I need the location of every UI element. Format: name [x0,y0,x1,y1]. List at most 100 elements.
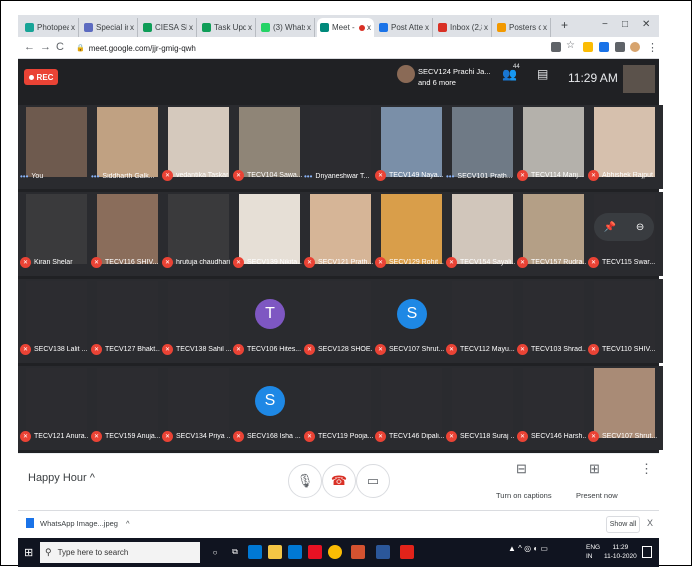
back-icon[interactable]: ← [24,41,35,53]
reload-icon[interactable]: C [56,41,64,53]
minimize-icon[interactable]: − [602,19,608,30]
app-icon[interactable] [308,545,322,559]
participant-tile[interactable]: ✕ SECV146 Harsh... [515,366,592,450]
participant-tile[interactable]: ✕ hrutuja chaudhari [160,192,237,276]
participant-tile[interactable]: ••• You [18,105,95,189]
leave-call-button[interactable]: ☎ [322,464,356,498]
participant-tile[interactable]: ✕ TECV116 SHIV... [89,192,166,276]
participant-tile[interactable]: S ✕ SECV168 Isha ... [231,366,308,450]
chevron-up-icon[interactable]: ^ [126,519,130,528]
chrome-icon[interactable] [328,545,342,559]
captions-icon[interactable]: ⊟ [516,461,527,477]
present-label[interactable]: Present now [576,491,618,500]
menu-kebab-icon[interactable]: ⋮ [647,41,658,54]
tab-close-icon[interactable]: x [248,23,252,32]
participant-tile[interactable]: ✕ SECV107 Shrut... [586,366,663,450]
participant-tile[interactable]: ✕ SECV118 Suraj ... [444,366,521,450]
new-tab-button[interactable]: + [561,18,568,32]
participant-tile[interactable]: ✕ vedantika Taskar [160,105,237,189]
browser-tab[interactable]: Inbox (2,815x [435,18,492,37]
acrobat-icon[interactable] [400,545,414,559]
participant-tile[interactable]: ✕ TECV119 Pooja... [302,366,379,450]
download-item[interactable]: WhatsApp Image...jpeg ^ [26,518,130,528]
extension-icon[interactable] [599,42,609,52]
tab-close-icon[interactable]: x [425,23,429,32]
browser-tab[interactable]: CIESA SPECx [140,18,197,37]
browser-tab[interactable]: Task Updatex [199,18,256,37]
extensions-puzzle-icon[interactable] [615,42,625,52]
participant-tile[interactable]: ✕ TECV110 SHIV... [586,279,663,363]
browser-tab[interactable]: Special interestx [81,18,138,37]
taskbar-clock[interactable]: 11:29 11-10-2020 [604,543,637,561]
show-all-button[interactable]: Show all [606,516,640,533]
participant-tile[interactable]: ✕ TECV121 Anura... [18,366,95,450]
participant-tile[interactable]: ✕ SECV128 SHOE... [302,279,379,363]
meeting-details-button[interactable]: Happy Hour ^ [28,472,95,484]
url-field[interactable]: 🔒 meet.google.com/jjr-gmig-qwh [76,40,531,56]
participant-tile[interactable]: T ✕ TECV106 Hites... [231,279,308,363]
camera-indicator-icon[interactable] [551,42,561,52]
pin-icon[interactable]: 📌 [604,222,616,233]
cortana-icon[interactable]: ○ [208,545,222,559]
participant-tile[interactable]: ✕ Abhishek Rajput [586,105,663,189]
forward-icon[interactable]: → [40,41,51,53]
participant-tile[interactable]: ✕ TECV157 Rudra... [515,192,592,276]
participant-tile[interactable]: ✕ TECV138 Sahil ... [160,279,237,363]
maximize-icon[interactable]: □ [622,19,628,30]
participant-tile[interactable]: ✕ SECV129 Rohit ... [373,192,450,276]
close-shelf-button[interactable]: X [647,518,653,528]
taskbar-search[interactable]: ⚲ Type here to search [40,542,200,563]
participant-tile[interactable]: ✕ SECV139 Nikita... [231,192,308,276]
participant-tile[interactable]: ••• Siddharth Galk... [89,105,166,189]
participant-tile[interactable]: ✕ SECV138 Lalit ... [18,279,95,363]
participant-tile[interactable]: ••• Dnyaneshwar T... [302,105,379,189]
windows-start-icon[interactable]: ⊞ [24,546,33,559]
participant-tile[interactable]: ✕ TECV154 Sayali... [444,192,521,276]
star-icon[interactable]: ☆ [566,40,576,51]
participant-tile[interactable]: ✕ TECV114 Manj... [515,105,592,189]
system-tray-icons[interactable]: ▲ ^ ◎ ◐ ▭ [508,544,548,553]
participant-tile[interactable]: ✕ SECV121 Prath... [302,192,379,276]
tab-close-icon[interactable]: x [543,23,547,32]
browser-tab[interactable]: Post Attendx [376,18,433,37]
captions-label[interactable]: Turn on captions [496,491,552,500]
tile-hover-controls[interactable]: 📌 ⊖ [594,213,654,241]
present-icon[interactable]: ⊞ [589,461,600,477]
camera-toggle-button[interactable]: ▭ [356,464,390,498]
powerpoint-icon[interactable] [351,545,365,559]
browser-tab[interactable]: Photopea x [22,18,79,37]
browser-tab[interactable]: (3) WhatsAppx [258,18,315,37]
file-explorer-icon[interactable] [268,545,282,559]
tab-close-icon[interactable]: x [189,23,193,32]
participant-tile[interactable]: ••• SECV101 Prath... [444,105,521,189]
mail-icon[interactable] [248,545,262,559]
participant-tile[interactable]: ✕ TECV149 Naya... [373,105,450,189]
participant-tile[interactable]: ✕ Kiran Shelar [18,192,95,276]
participant-tile[interactable]: ✕ SECV134 Priya ... [160,366,237,450]
self-view-thumbnail[interactable] [623,65,655,93]
participant-tile[interactable]: ✕ TECV112 Mayu... [444,279,521,363]
participant-tile[interactable]: S ✕ SECV107 Shrut... [373,279,450,363]
participant-tile[interactable]: ✕ TECV104 Sawa... [231,105,308,189]
chat-icon[interactable]: ▤ [537,67,548,81]
participant-tile[interactable]: ✕ TECV127 Bhakt... [89,279,166,363]
store-icon[interactable] [288,545,302,559]
tab-close-icon[interactable]: x [307,23,311,32]
task-view-icon[interactable]: ⧉ [228,545,242,559]
recording-badge[interactable]: REC [24,69,58,85]
profile-avatar[interactable] [630,42,640,52]
tab-close-icon[interactable]: x [130,23,134,32]
participant-tile[interactable]: ✕ TECV159 Anuja... [89,366,166,450]
browser-tab[interactable]: Meet - x [317,18,374,37]
notification-center-icon[interactable] [642,546,652,558]
tab-close-icon[interactable]: x [484,23,488,32]
mic-toggle-button[interactable]: 🎙 [288,464,322,498]
participant-tile[interactable]: ✕ TECV103 Shrad... [515,279,592,363]
close-icon[interactable]: ✕ [642,19,650,30]
browser-tab[interactable]: Posters ofx [494,18,551,37]
word-icon[interactable] [376,545,390,559]
input-language[interactable]: ENG IN [586,543,600,561]
tab-close-icon[interactable]: x [367,23,371,32]
presenter-info[interactable]: SECV124 Prachi Ja... and 6 more [418,66,491,88]
more-options-kebab-icon[interactable]: ⋮ [640,461,653,477]
